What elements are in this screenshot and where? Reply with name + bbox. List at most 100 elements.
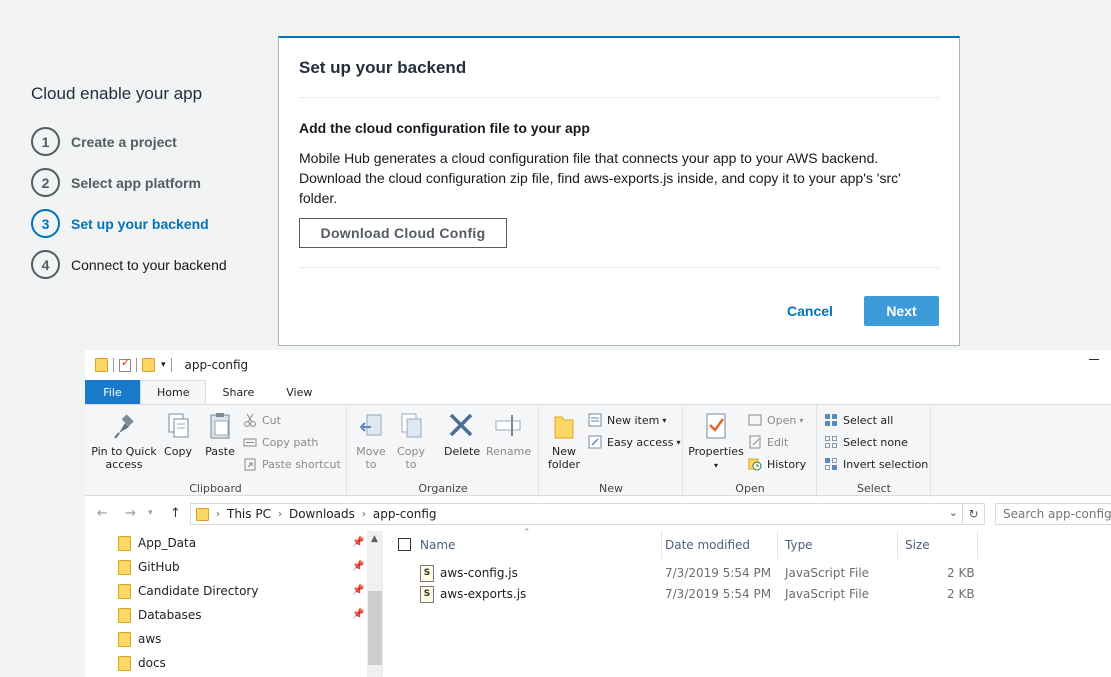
download-cloud-config-button[interactable]: Download Cloud Config <box>299 218 507 248</box>
address-path[interactable]: › This PC › Downloads › app-config ⌄ <box>190 503 963 525</box>
refresh-icon[interactable]: ↻ <box>963 503 985 525</box>
paste-shortcut-icon <box>243 457 257 471</box>
folder-icon <box>118 583 131 599</box>
folder-icon <box>118 607 131 623</box>
minimize-icon[interactable] <box>1089 359 1099 360</box>
copy-to-label: Copy to <box>397 445 425 471</box>
search-input[interactable] <box>995 503 1111 525</box>
pin-icon[interactable]: 📌 <box>352 609 364 620</box>
rename-button[interactable]: Rename <box>486 411 532 458</box>
file-size: 2 KB <box>947 566 975 580</box>
file-row[interactable]: S aws-config.js 7/3/2019 5:54 PM JavaScr… <box>385 563 1111 584</box>
rename-label: Rename <box>486 445 532 458</box>
scissors-icon <box>243 413 257 427</box>
copy-path-button[interactable]: Copy path <box>243 433 318 451</box>
tab-home[interactable]: Home <box>140 380 207 404</box>
group-label: Open <box>735 482 765 495</box>
clipboard-group: Pin to Quick access Copy Paste Cut Copy … <box>85 405 347 497</box>
next-button[interactable]: Next <box>864 296 939 326</box>
select-none-button[interactable]: Select none <box>824 433 908 451</box>
step-label: Create a project <box>71 133 177 150</box>
breadcrumb-separator-icon[interactable]: › <box>216 509 220 520</box>
breadcrumb-this-pc[interactable]: This PC <box>227 507 271 521</box>
nav-item-aws[interactable]: aws <box>118 629 161 649</box>
navigation-pane: App_Data 📌 GitHub 📌 Candidate Directory … <box>85 531 383 677</box>
forward-arrow-icon[interactable]: → <box>125 506 136 521</box>
step-connect-backend: 4 Connect to your backend <box>31 244 227 285</box>
tab-file[interactable]: File <box>85 380 140 404</box>
move-to-icon <box>357 411 385 441</box>
open-button[interactable]: Open ▾ <box>748 411 803 429</box>
new-item-button[interactable]: New item ▾ <box>588 411 666 429</box>
history-button[interactable]: History <box>748 455 806 473</box>
properties-icon <box>702 411 730 441</box>
file-list: ⌃ Name Date modified Type Size S aws-con… <box>385 528 1111 677</box>
paste-label: Paste <box>205 445 235 458</box>
javascript-file-icon: S <box>420 565 434 582</box>
panel-subheading: Add the cloud configuration file to your… <box>299 120 590 136</box>
move-to-button[interactable]: Move to <box>356 411 386 471</box>
paste-shortcut-button[interactable]: Paste shortcut <box>243 455 341 473</box>
new-folder-button[interactable]: New folder <box>544 411 584 471</box>
folder-icon <box>196 507 209 521</box>
file-type: JavaScript File <box>785 587 870 601</box>
paste-shortcut-label: Paste shortcut <box>262 457 341 471</box>
paste-button[interactable]: Paste <box>203 411 237 458</box>
window-title: app-config <box>184 358 249 372</box>
column-header-date[interactable]: Date modified <box>658 531 778 559</box>
history-label: History <box>767 457 807 471</box>
new-item-icon <box>588 413 602 427</box>
select-all-checkbox[interactable] <box>398 538 411 551</box>
breadcrumb-separator-icon[interactable]: › <box>278 509 282 520</box>
nav-item-app-data[interactable]: App_Data <box>118 533 196 553</box>
new-folder-quick-icon[interactable] <box>142 358 155 372</box>
copy-to-button[interactable]: Copy to <box>396 411 426 471</box>
pin-icon[interactable]: 📌 <box>352 561 364 572</box>
select-none-label: Select none <box>843 435 908 449</box>
scroll-up-icon[interactable]: ▲ <box>371 534 378 544</box>
recent-locations-icon[interactable]: ▾ <box>148 508 153 518</box>
cancel-button[interactable]: Cancel <box>775 296 845 326</box>
file-type: JavaScript File <box>785 566 870 580</box>
select-all-label: Select all <box>843 413 894 427</box>
nav-item-docs[interactable]: docs <box>118 653 166 673</box>
file-row[interactable]: S aws-exports.js 7/3/2019 5:54 PM JavaSc… <box>385 584 1111 605</box>
cut-button[interactable]: Cut <box>243 411 281 429</box>
nav-item-github[interactable]: GitHub <box>118 557 180 577</box>
up-arrow-icon[interactable]: ↑ <box>170 506 181 521</box>
properties-quick-icon[interactable] <box>119 356 131 372</box>
properties-button[interactable]: Properties ▾ <box>688 411 744 472</box>
open-icon <box>748 413 762 427</box>
tab-view[interactable]: View <box>270 380 328 404</box>
copy-button[interactable]: Copy <box>161 411 195 458</box>
pin-to-quick-access-button[interactable]: Pin to Quick access <box>91 411 157 471</box>
column-header-type[interactable]: Type <box>778 531 898 559</box>
invert-selection-button[interactable]: Invert selection <box>824 455 928 473</box>
customize-toolbar-icon[interactable]: ▾ <box>161 360 166 370</box>
pin-icon[interactable]: 📌 <box>352 537 364 548</box>
column-header-size[interactable]: Size <box>898 531 978 559</box>
nav-scrollbar-thumb[interactable] <box>368 591 382 665</box>
ribbon-tabs: File Home Share View <box>85 380 1111 404</box>
delete-button[interactable]: Delete <box>444 411 480 458</box>
breadcrumb-app-config[interactable]: app-config <box>373 507 437 521</box>
move-to-label: Move to <box>356 445 386 471</box>
group-label: New <box>599 482 623 495</box>
pin-icon[interactable]: 📌 <box>352 585 364 596</box>
step-select-platform[interactable]: 2 Select app platform <box>31 162 227 203</box>
edit-button[interactable]: Edit <box>748 433 788 451</box>
copy-icon <box>164 411 192 441</box>
step-set-up-backend[interactable]: 3 Set up your backend <box>31 203 227 244</box>
nav-item-databases[interactable]: Databases <box>118 605 202 625</box>
step-create-project[interactable]: 1 Create a project <box>31 121 227 162</box>
tab-share[interactable]: Share <box>206 380 270 404</box>
nav-item-candidate-directory[interactable]: Candidate Directory <box>118 581 258 601</box>
column-header-name[interactable]: Name <box>413 531 662 559</box>
breadcrumb-downloads[interactable]: Downloads <box>289 507 355 521</box>
breadcrumb-separator-icon[interactable]: › <box>362 509 366 520</box>
file-explorer-window: ▾ app-config File Home Share View Pin to… <box>85 350 1111 677</box>
select-all-button[interactable]: Select all <box>824 411 893 429</box>
address-dropdown-icon[interactable]: ⌄ <box>949 506 958 519</box>
easy-access-button[interactable]: Easy access ▾ <box>588 433 681 451</box>
back-arrow-icon[interactable]: ← <box>97 506 108 521</box>
